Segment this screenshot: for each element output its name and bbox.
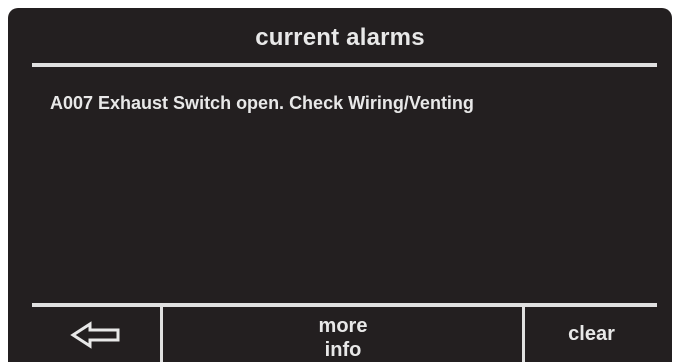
clear-label: clear — [568, 323, 615, 345]
back-button[interactable] — [32, 307, 160, 362]
button-divider — [522, 307, 525, 362]
clear-button[interactable]: clear — [526, 307, 657, 362]
button-divider — [160, 307, 163, 362]
screen-title: current alarms — [255, 24, 425, 51]
alarm-list: A007 Exhaust Switch open. Check Wiring/V… — [50, 92, 650, 114]
left-arrow-icon — [70, 320, 120, 349]
alarm-item[interactable]: A007 Exhaust Switch open. Check Wiring/V… — [50, 92, 650, 114]
more-info-label: more info — [318, 314, 368, 361]
more-info-button[interactable]: more info — [164, 307, 522, 362]
title-divider — [32, 63, 657, 67]
alarm-screen: current alarms A007 Exhaust Switch open.… — [8, 8, 672, 362]
